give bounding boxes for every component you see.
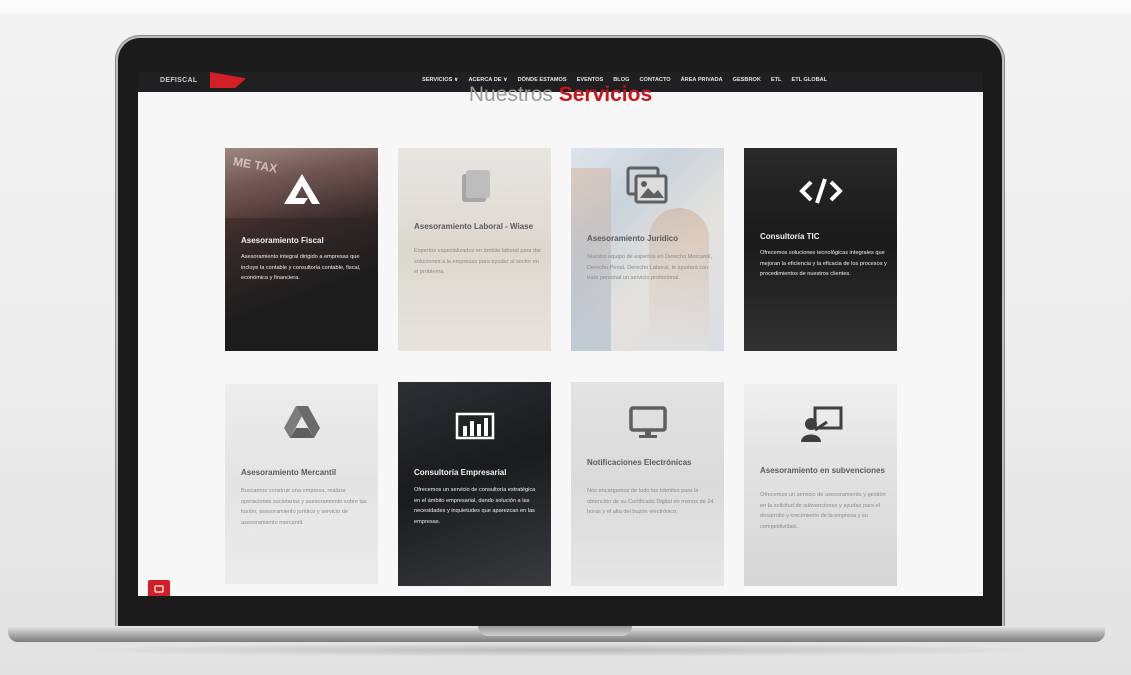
image-gallery-icon — [571, 166, 724, 206]
card-description: Nuestro equipo de expertos en Derecho Me… — [587, 254, 712, 281]
card-title: Asesoramiento Laboral - Wiase — [414, 222, 534, 231]
papers-icon — [398, 170, 551, 206]
card-description: Ofrecemos un servicio de consultoría est… — [414, 487, 536, 525]
chat-icon — [154, 585, 164, 593]
card-title: Consultoría TIC — [760, 232, 820, 241]
card-description: Expertos especializados en ámbito labora… — [414, 248, 542, 275]
service-card-empresarial[interactable]: Consultoría Empresarial Ofrecemos un ser… — [398, 382, 551, 586]
card-title: Notificaciones Electrónicas — [587, 458, 692, 467]
service-card-tic[interactable]: Consultoría TIC Ofrecemos soluciones tec… — [744, 148, 897, 351]
service-card-laboral[interactable]: Asesoramiento Laboral - Wiase Expertos e… — [398, 148, 551, 351]
section-title-light: Nuestros — [468, 83, 553, 106]
card-description: Asesoramiento integral dirigido a empres… — [241, 254, 361, 281]
card-title: Asesoramiento en subvenciones — [760, 466, 885, 475]
backdrop-top — [0, 0, 1131, 14]
code-icon — [744, 178, 897, 204]
card-description: Ofrecemos un servicio de asesoramiento y… — [760, 492, 886, 530]
monitor-icon — [571, 406, 724, 440]
bar-chart-icon — [398, 412, 551, 440]
presentation-icon — [744, 406, 897, 444]
arrow-logo-icon — [225, 172, 378, 206]
section-title-accent: Servicios — [558, 83, 653, 106]
card-description: Nos encargamos de todo los trámites para… — [587, 488, 714, 515]
laptop-notch — [478, 626, 632, 636]
card-title: Asesoramiento Jurídico — [587, 234, 679, 243]
service-card-mercantil[interactable]: Asesoramiento Mercantil Buscamos constru… — [225, 384, 378, 584]
service-card-notificaciones[interactable]: Notificaciones Electrónicas Nos encargam… — [571, 382, 724, 586]
drive-triangle-icon — [225, 404, 378, 440]
card-title: Asesoramiento Mercantil — [241, 468, 337, 477]
laptop-shadow — [60, 643, 1060, 657]
card-description: Ofrecemos soluciones tecnológicas integr… — [760, 250, 887, 277]
card-title: Asesoramiento Fiscal — [241, 236, 324, 245]
card-title: Consultoría Empresarial — [414, 468, 507, 477]
service-card-subvenciones[interactable]: Asesoramiento en subvenciones Ofrecemos … — [744, 384, 897, 586]
chat-button[interactable] — [148, 580, 170, 596]
service-card-fiscal[interactable]: ME TAX Asesoramiento Fiscal Asesoramient… — [225, 148, 378, 351]
section-title: Nuestros Servicios — [138, 82, 983, 108]
laptop-screen: DEFISCAL SERVICIOS ∨ ACERCA DE ∨ DÓNDE E… — [138, 72, 983, 596]
service-card-juridico[interactable]: Asesoramiento Jurídico Nuestro equipo de… — [571, 148, 724, 351]
card-description: Buscamos construir una empresa, realizar… — [241, 488, 367, 526]
